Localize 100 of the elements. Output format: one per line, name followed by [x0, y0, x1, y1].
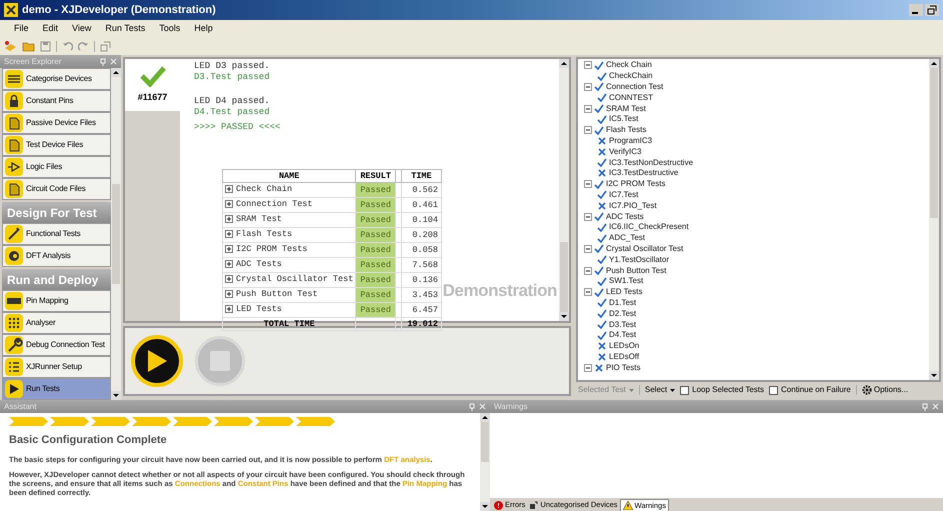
- tree-item[interactable]: Y1.TestOscillator: [609, 256, 670, 264]
- tree-item[interactable]: D3.Test: [609, 320, 636, 329]
- nav-item[interactable]: XJRunner Setup: [2, 356, 111, 378]
- menu-item[interactable]: File: [14, 22, 29, 36]
- tree-item[interactable]: PIO Tests: [606, 364, 641, 372]
- restore-icon[interactable]: [925, 4, 939, 16]
- nav-item[interactable]: Logic Files: [2, 156, 111, 178]
- menu-item[interactable]: View: [72, 22, 92, 36]
- run-tab[interactable]: #11677: [125, 59, 180, 111]
- tree-item[interactable]: LED Tests: [606, 288, 642, 296]
- nav-item[interactable]: Run Tests: [2, 378, 111, 400]
- collapse-icon[interactable]: [584, 364, 592, 372]
- collapse-icon[interactable]: [584, 266, 592, 275]
- tree-item[interactable]: VerifyIC3: [609, 148, 642, 156]
- collapse-icon[interactable]: [584, 104, 592, 113]
- tree-item[interactable]: LEDsOn: [609, 342, 640, 350]
- scroll-thumb[interactable]: [112, 184, 120, 284]
- down-arrow-icon[interactable]: [111, 391, 121, 400]
- down-arrow-icon[interactable]: [929, 371, 939, 380]
- new-project-icon[interactable]: [4, 40, 17, 52]
- minimize-icon[interactable]: [909, 4, 923, 16]
- tree-item[interactable]: ADC Tests: [606, 212, 644, 221]
- expand-icon[interactable]: [225, 230, 233, 238]
- tree-item[interactable]: D2.Test: [609, 310, 636, 318]
- down-arrow-icon[interactable]: [559, 312, 569, 321]
- up-arrow-icon[interactable]: [480, 413, 490, 422]
- tree-item[interactable]: CONNTEST: [609, 94, 653, 102]
- nav-item[interactable]: Analyser: [2, 312, 111, 334]
- collapse-icon[interactable]: [584, 61, 592, 70]
- collapse-icon[interactable]: [584, 288, 592, 296]
- collapse-icon[interactable]: [584, 212, 592, 221]
- tree-item[interactable]: Push Button Test: [606, 266, 666, 275]
- up-arrow-icon[interactable]: [929, 59, 939, 68]
- tree-item[interactable]: D1.Test: [609, 298, 636, 307]
- collapse-icon[interactable]: [584, 82, 592, 91]
- menu-item[interactable]: Help: [194, 22, 213, 36]
- nav-item[interactable]: Categorise Devices: [2, 68, 111, 90]
- tree-item[interactable]: IC3.TestNonDestructive: [609, 158, 694, 167]
- collapse-icon[interactable]: [584, 244, 592, 253]
- scroll-thumb[interactable]: [560, 242, 568, 312]
- collapse-icon[interactable]: [584, 126, 592, 134]
- tree-item[interactable]: IC6.IIC_CheckPresent: [609, 223, 689, 232]
- tree-item[interactable]: Flash Tests: [606, 126, 646, 134]
- tree-item[interactable]: IC5.Test: [609, 115, 638, 124]
- tree-item[interactable]: IC3.TestDestructive: [609, 169, 678, 178]
- pin-icon[interactable]: [100, 58, 106, 66]
- tree-item[interactable]: Check Chain: [606, 61, 652, 70]
- expand-icon[interactable]: [225, 260, 233, 268]
- collapse-icon[interactable]: [584, 180, 592, 188]
- tree-item[interactable]: Crystal Oscillator Test: [606, 244, 684, 253]
- scroll-thumb[interactable]: [930, 68, 938, 218]
- expand-icon[interactable]: [225, 305, 233, 313]
- run-button[interactable]: [131, 335, 183, 387]
- tree-item[interactable]: ADC_Test: [609, 234, 646, 242]
- close-icon[interactable]: [479, 402, 486, 410]
- checkbox[interactable]: [769, 386, 778, 394]
- nav-item[interactable]: Functional Tests: [2, 223, 111, 245]
- tree-item[interactable]: ProgramIC3: [609, 136, 652, 145]
- close-icon[interactable]: [932, 402, 939, 410]
- up-arrow-icon[interactable]: [559, 59, 569, 68]
- nav-item[interactable]: Circuit Code Files: [2, 178, 111, 200]
- file-icon: [5, 114, 23, 132]
- pin-icon[interactable]: [922, 402, 928, 410]
- nav-item[interactable]: Passive Device Files: [2, 112, 111, 134]
- scrollbar[interactable]: [111, 68, 121, 400]
- close-icon[interactable]: [110, 58, 117, 64]
- tree-item[interactable]: LEDsOff: [609, 352, 640, 361]
- expand-icon[interactable]: [225, 215, 233, 223]
- checkbox[interactable]: [680, 386, 690, 394]
- options-button[interactable]: Options...: [862, 384, 908, 396]
- folder-icon[interactable]: [22, 40, 35, 52]
- nav-item[interactable]: DFT Analysis: [2, 245, 111, 267]
- expand-icon[interactable]: [225, 275, 233, 283]
- tree-item[interactable]: CheckChain: [609, 72, 653, 80]
- expand-icon[interactable]: [225, 245, 233, 253]
- pin-icon[interactable]: [469, 402, 475, 410]
- select-dropdown[interactable]: Select: [644, 384, 676, 396]
- tree-item[interactable]: Connection Test: [606, 82, 664, 91]
- tree-item[interactable]: I2C PROM Tests: [606, 180, 666, 188]
- expand-icon[interactable]: [225, 200, 233, 208]
- tree-item[interactable]: SW1.Test: [609, 277, 644, 286]
- menu-item[interactable]: Run Tests: [105, 22, 146, 36]
- nav-item[interactable]: Constant Pins: [2, 90, 111, 112]
- nav-item[interactable]: Pin Mapping: [2, 290, 111, 312]
- scrollbar[interactable]: [480, 413, 490, 511]
- nav-item[interactable]: Test Device Files: [2, 134, 111, 156]
- tree-item[interactable]: SRAM Test: [606, 104, 646, 113]
- scroll-thumb[interactable]: [481, 422, 489, 462]
- tree-item[interactable]: IC7.Test: [609, 190, 638, 199]
- scrollbar[interactable]: [929, 59, 939, 380]
- expand-icon[interactable]: [225, 290, 233, 298]
- menu-item[interactable]: Tools: [159, 22, 180, 36]
- scrollbar[interactable]: [559, 59, 569, 321]
- nav-item[interactable]: Debug Connection Test: [2, 334, 111, 356]
- tree-item[interactable]: D4.Test: [609, 331, 636, 340]
- menu-item[interactable]: Edit: [42, 22, 58, 36]
- expand-icon[interactable]: [225, 185, 233, 193]
- up-arrow-icon[interactable]: [111, 68, 121, 77]
- down-arrow-icon[interactable]: [480, 502, 490, 511]
- tree-item[interactable]: IC7.PIO_Test: [609, 202, 657, 210]
